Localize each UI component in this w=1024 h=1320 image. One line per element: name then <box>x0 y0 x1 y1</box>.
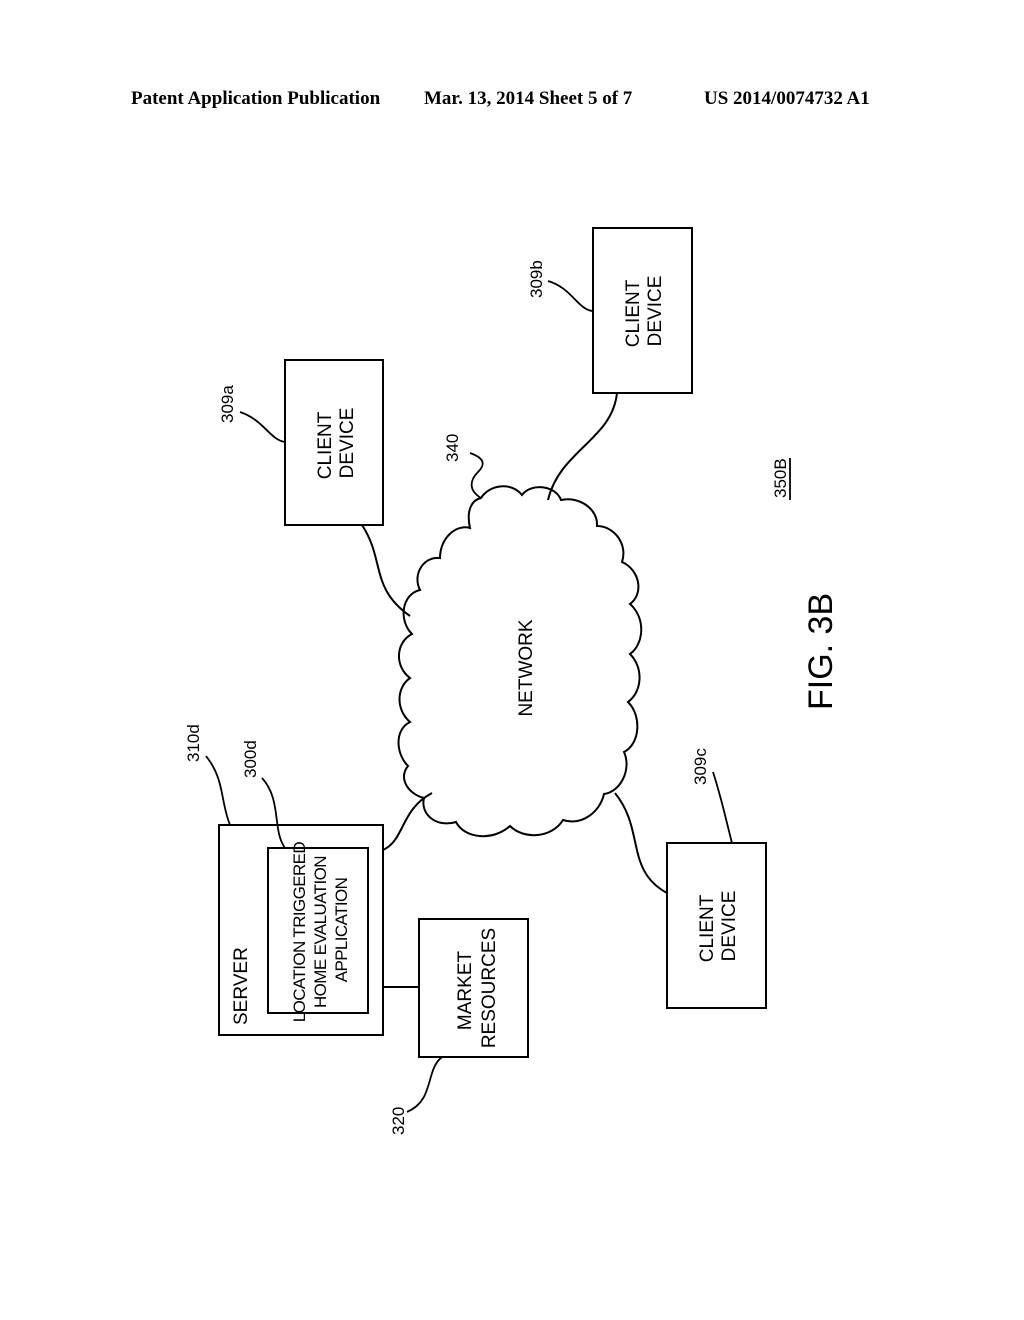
application-ref: 300d <box>241 740 260 778</box>
figure-label: FIG. 3B <box>802 593 840 710</box>
client-device-a-ref: 309a <box>218 385 237 423</box>
client-device-c-ref-leader <box>712 771 733 844</box>
client-device-a: CLIENT DEVICE <box>284 359 384 526</box>
network-cloud: NETWORK <box>397 485 643 838</box>
market-resources-ref-leader <box>406 1056 443 1113</box>
system-ref: 350B <box>771 458 790 498</box>
link-server-network <box>382 792 433 851</box>
client-device-a-label: CLIENT DEVICE <box>315 407 358 480</box>
client-device-b-label: CLIENT DEVICE <box>623 275 666 348</box>
client-device-b: CLIENT DEVICE <box>592 227 693 394</box>
market-resources-ref: 320 <box>389 1107 408 1135</box>
server-ref-leader <box>205 755 231 826</box>
client-device-c-ref: 309c <box>691 748 710 785</box>
server-label: SERVER <box>231 947 252 1025</box>
client-device-c-label: CLIENT DEVICE <box>697 890 740 963</box>
client-device-a-ref-leader <box>239 411 286 443</box>
link-network-client-c <box>614 792 668 894</box>
network-diagram: NETWORK 340 CLIENT DEVICE 309a CLIENT DE… <box>184 227 840 1135</box>
client-device-c: CLIENT DEVICE <box>666 842 767 1009</box>
network-ref-leader <box>469 452 484 499</box>
market-resources: MARKET RESOURCES <box>418 918 529 1058</box>
network-ref: 340 <box>443 434 462 462</box>
client-device-b-ref: 309b <box>527 260 546 298</box>
server-ref: 310d <box>184 724 203 762</box>
link-network-client-a <box>361 524 411 617</box>
network-label: NETWORK <box>516 619 537 716</box>
link-network-client-b <box>547 392 618 501</box>
client-device-b-ref-leader <box>547 280 594 312</box>
server: SERVER LOCATION TRIGGERED HOME EVALUATIO… <box>218 824 384 1036</box>
